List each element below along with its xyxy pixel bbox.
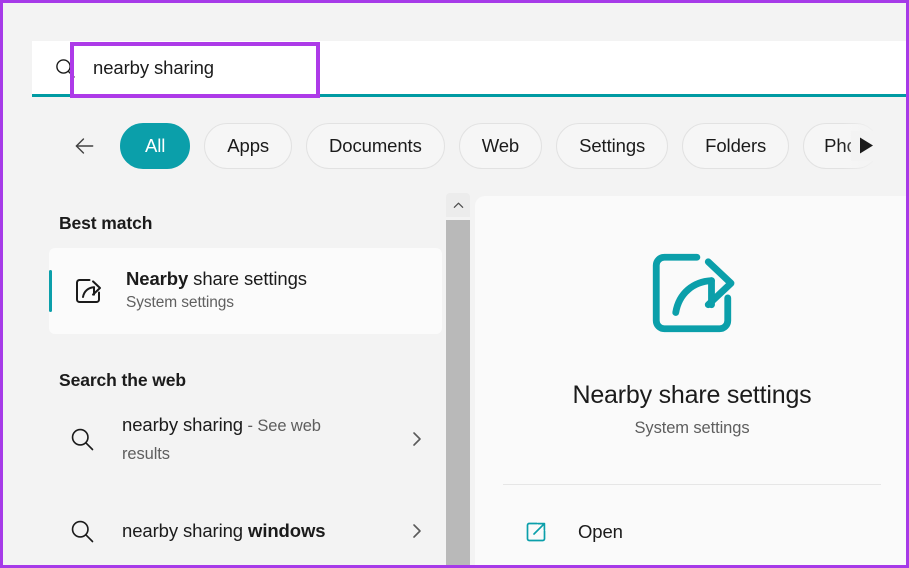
results-scrollbar[interactable] — [446, 193, 470, 565]
results-list: Best match Nearby share settings System … — [6, 191, 450, 565]
search-icon — [56, 58, 75, 78]
preview-subtitle: System settings — [634, 419, 750, 437]
tab-label: Apps — [227, 134, 270, 156]
result-title-match: Nearby — [126, 268, 189, 290]
web-result-label: nearby sharing windows — [122, 517, 326, 545]
result-text-block: Nearby share settings System settings — [126, 267, 307, 314]
result-subtitle: System settings — [126, 294, 234, 312]
tab-folders[interactable]: Folders — [682, 122, 790, 169]
chevron-right-icon — [413, 432, 421, 446]
preview-hero: Nearby share settings System settings — [475, 196, 906, 468]
tab-label: Settings — [579, 134, 646, 156]
windows-search-window: All Apps Documents Web Settings Folders … — [0, 0, 909, 568]
best-match-header: Best match — [59, 213, 153, 233]
tab-scroll-next-button[interactable] — [851, 130, 881, 161]
tab-label: Folders — [705, 134, 767, 156]
search-icon — [71, 520, 94, 543]
triangle-right-icon — [859, 137, 873, 154]
result-title: Nearby share settings — [126, 267, 307, 291]
tab-label: Documents — [329, 134, 422, 156]
tab-all[interactable]: All — [120, 122, 191, 169]
chevron-right-icon — [413, 524, 421, 538]
tab-label: All — [145, 134, 166, 156]
tab-web[interactable]: Web — [458, 122, 543, 169]
share-icon — [652, 253, 735, 333]
open-label: Open — [578, 521, 623, 542]
chevron-up-icon — [453, 202, 463, 208]
scrollbar-thumb[interactable] — [446, 220, 470, 565]
share-icon — [76, 279, 101, 303]
filter-tab-strip: All Apps Documents Web Settings Folders … — [32, 100, 906, 191]
open-external-icon — [526, 522, 546, 542]
result-title-rest: share settings — [188, 268, 307, 290]
tab-label: Web — [481, 134, 520, 156]
preview-title: Nearby share settings — [572, 381, 812, 409]
selected-accent-bar — [49, 270, 52, 312]
arrow-left-icon — [75, 137, 94, 154]
scroll-up-button[interactable] — [446, 193, 470, 217]
search-input[interactable] — [93, 41, 906, 94]
web-result-bold-suffix: windows — [248, 520, 326, 542]
back-button[interactable] — [62, 124, 106, 168]
web-result-row-2[interactable]: nearby sharing windows — [49, 493, 442, 565]
preview-panel: Nearby share settings System settings Op… — [475, 196, 906, 565]
search-bar — [32, 41, 906, 97]
open-button[interactable]: Open — [489, 501, 895, 563]
web-result-query: nearby sharing — [122, 414, 243, 436]
web-result-row-1[interactable]: nearby sharing - See web results — [49, 401, 442, 477]
tab-settings[interactable]: Settings — [556, 122, 669, 169]
tab-apps[interactable]: Apps — [204, 122, 293, 169]
search-the-web-header: Search the web — [59, 370, 186, 390]
preview-divider — [503, 484, 881, 485]
result-item-nearby-share-settings[interactable]: Nearby share settings System settings — [49, 248, 442, 334]
tab-documents[interactable]: Documents — [306, 122, 445, 169]
web-result-query: nearby sharing — [122, 520, 249, 542]
search-icon — [71, 428, 94, 451]
web-result-label: nearby sharing - See web results — [122, 411, 354, 467]
